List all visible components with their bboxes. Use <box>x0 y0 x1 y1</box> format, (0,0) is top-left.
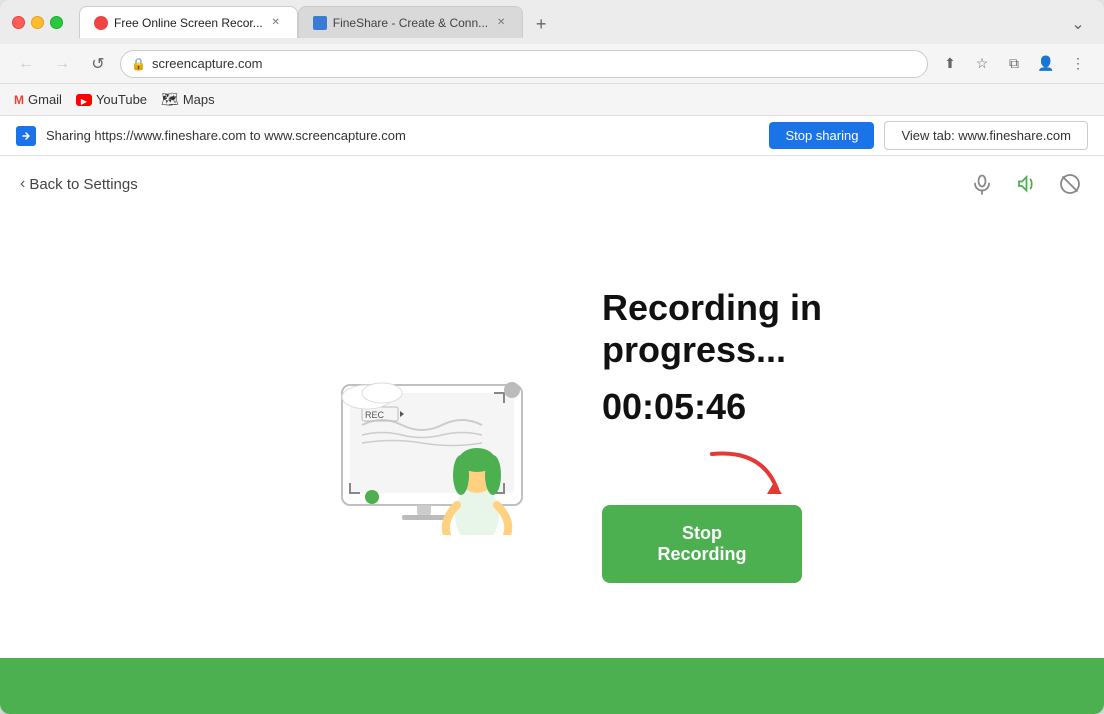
lock-icon: 🔒 <box>131 57 146 71</box>
recording-info: Recording in progress... 00:05:46 Stop R… <box>602 287 822 583</box>
back-nav-button[interactable]: ← <box>12 50 40 78</box>
address-bar[interactable]: 🔒 screencapture.com <box>120 50 928 78</box>
traffic-lights <box>12 16 63 29</box>
mic-icon[interactable] <box>968 170 996 198</box>
gmail-icon: M <box>14 93 24 107</box>
tab-close-2[interactable]: ✕ <box>494 16 508 30</box>
tab-fineshare[interactable]: FineShare - Create & Conn... ✕ <box>298 6 523 38</box>
menu-button[interactable]: ⋮ <box>1064 50 1092 78</box>
tab-favicon-2 <box>313 16 327 30</box>
page-content: ‹ Back to Settings <box>0 156 1104 714</box>
profile-button[interactable]: 👤 <box>1032 50 1060 78</box>
view-tab-button[interactable]: View tab: www.fineshare.com <box>884 121 1088 150</box>
tab-view-button[interactable]: ⧉ <box>1000 50 1028 78</box>
sharing-text: Sharing https://www.fineshare.com to www… <box>46 128 759 143</box>
gmail-label: Gmail <box>28 92 62 107</box>
maximize-button[interactable] <box>50 16 63 29</box>
tab-label-1: Free Online Screen Recor... <box>114 16 263 30</box>
svg-text:REC: REC <box>365 410 385 420</box>
recording-area: REC <box>0 212 1104 658</box>
tabs-area: Free Online Screen Recor... ✕ FineShare … <box>71 6 1092 38</box>
maps-icon: 🗺 <box>161 91 179 108</box>
reload-button[interactable]: ↺ <box>84 50 112 78</box>
bookmark-gmail[interactable]: M Gmail <box>14 92 62 107</box>
youtube-label: YouTube <box>96 92 147 107</box>
bookmark-youtube[interactable]: ▶ YouTube <box>76 92 147 107</box>
close-button[interactable] <box>12 16 25 29</box>
address-text: screencapture.com <box>152 56 263 71</box>
recording-title: Recording in progress... <box>602 287 822 370</box>
arrow-container <box>602 444 822 499</box>
tab-favicon-1 <box>94 16 108 30</box>
tab-screen-recorder[interactable]: Free Online Screen Recor... ✕ <box>79 6 298 38</box>
back-to-settings-label: Back to Settings <box>29 176 137 193</box>
back-chevron-icon: ‹ <box>20 175 25 193</box>
forward-nav-button[interactable]: → <box>48 50 76 78</box>
recording-title-line2: progress... <box>602 329 822 370</box>
browser-window: Free Online Screen Recor... ✕ FineShare … <box>0 0 1104 714</box>
page-toolbar: ‹ Back to Settings <box>0 156 1104 212</box>
share-page-button[interactable]: ⬆ <box>936 50 964 78</box>
sharing-bar: Sharing https://www.fineshare.com to www… <box>0 116 1104 156</box>
sound-icon[interactable] <box>1012 170 1040 198</box>
stop-recording-button[interactable]: Stop Recording <box>602 505 802 583</box>
youtube-icon: ▶ <box>76 94 92 106</box>
recording-title-line1: Recording in <box>602 287 822 328</box>
title-bar: Free Online Screen Recor... ✕ FineShare … <box>0 0 1104 44</box>
bookmark-button[interactable]: ☆ <box>968 50 996 78</box>
sharing-icon <box>16 126 36 146</box>
minimize-button[interactable] <box>31 16 44 29</box>
camera-off-icon[interactable] <box>1056 170 1084 198</box>
recording-illustration: REC <box>282 335 542 535</box>
toolbar-right-icons <box>968 170 1084 198</box>
recording-timer: 00:05:46 <box>602 386 822 428</box>
new-tab-button[interactable]: + <box>527 10 555 38</box>
maps-label: Maps <box>183 92 215 107</box>
bookmark-maps[interactable]: 🗺 Maps <box>161 91 215 108</box>
address-bar-actions: ⬆ ☆ ⧉ 👤 ⋮ <box>936 50 1092 78</box>
back-to-settings-link[interactable]: ‹ Back to Settings <box>20 175 138 193</box>
bookmarks-bar: M Gmail ▶ YouTube 🗺 Maps <box>0 84 1104 116</box>
address-bar-row: ← → ↺ 🔒 screencapture.com ⬆ ☆ ⧉ 👤 ⋮ <box>0 44 1104 84</box>
bottom-green-bar <box>0 658 1104 714</box>
stop-sharing-button[interactable]: Stop sharing <box>769 122 874 149</box>
tab-close-1[interactable]: ✕ <box>269 16 283 30</box>
tab-label-2: FineShare - Create & Conn... <box>333 16 488 30</box>
tab-expand-button[interactable]: ⌄ <box>1064 10 1092 38</box>
